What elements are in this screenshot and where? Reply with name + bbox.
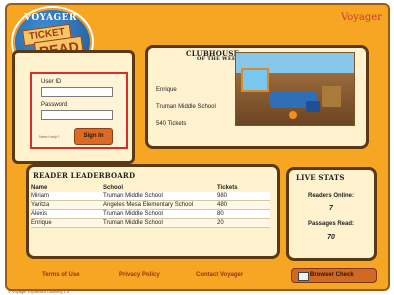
browser-check-button[interactable]: Browser Check	[291, 268, 377, 283]
table-row: Miriam Truman Middle School 980	[31, 192, 273, 201]
contact-voyager-link[interactable]: Contact Voyager	[196, 272, 243, 278]
table-cell-school: Truman Middle School	[103, 210, 217, 219]
help-link[interactable]: Need help?	[39, 134, 59, 139]
room-window	[241, 68, 269, 92]
passages-read-label: Passages Read:	[307, 221, 355, 227]
room-desk	[322, 86, 341, 107]
table-cell-school: Truman Middle School	[103, 192, 217, 201]
browser-check-label: Browser Check	[310, 272, 354, 278]
clubhouse-reader-name: Enrique	[156, 87, 177, 93]
table-cell-name: Miriam	[31, 192, 103, 201]
clubhouse-school-name: Truman Middle School	[156, 104, 216, 110]
clubhouse-ticket-count: 540 Tickets	[156, 121, 187, 127]
leaderboard-header-row: Name School Tickets	[31, 184, 273, 192]
logo-voyager-text: VOYAGER	[24, 13, 78, 23]
password-label: Password	[41, 102, 68, 108]
copyright-text: © Voyager Expanded Learning 1.0	[8, 289, 70, 294]
login-form: User ID Password Need help? Sign In	[30, 72, 128, 149]
table-cell-name: Enrique	[31, 219, 103, 228]
leaderboard-title: READER LEADERBOARD	[33, 171, 136, 180]
room-chair	[306, 101, 320, 112]
app-window: VOYAGER TICKET READ Voyager User ID Pass…	[0, 0, 394, 295]
table-cell-name: Alexis	[31, 210, 103, 219]
clubhouse-subtitle: OF THE WEEK	[197, 56, 241, 62]
room-ball	[289, 111, 297, 119]
readers-online-value: 7	[329, 205, 333, 212]
terms-of-use-link[interactable]: Terms of Use	[42, 272, 80, 278]
clubhouse-room-image	[235, 52, 355, 126]
column-header-name: Name	[31, 185, 48, 191]
user-id-label: User ID	[41, 79, 62, 85]
passages-read-value: 70	[327, 234, 335, 241]
voyager-corner-logo: Voyager	[340, 12, 382, 23]
column-header-school: School	[103, 185, 124, 191]
table-cell-school: Truman Middle School	[103, 219, 217, 228]
table-cell-tickets: 480	[217, 201, 270, 210]
leaderboard-table: Name School Tickets Miriam Truman Middle…	[31, 184, 273, 228]
table-row: Alexis Truman Middle School 80	[31, 210, 273, 219]
table-cell-school: Angeles Mesa Elementary School	[103, 201, 217, 210]
table-cell-tickets: 980	[217, 192, 270, 201]
privacy-policy-link[interactable]: Privacy Policy	[119, 272, 160, 278]
column-header-tickets: Tickets	[217, 185, 238, 191]
table-row: Yaritza Angeles Mesa Elementary School 4…	[31, 201, 273, 210]
user-id-input[interactable]	[41, 87, 113, 97]
table-row: Enrique Truman Middle School 20	[31, 219, 273, 228]
sign-in-button[interactable]: Sign In	[74, 128, 113, 145]
live-stats-title: LIVE STATS	[296, 173, 345, 182]
readers-online-label: Readers Online:	[307, 193, 354, 199]
table-cell-tickets: 80	[217, 210, 270, 219]
browser-icon	[298, 272, 309, 281]
password-input[interactable]	[41, 110, 113, 120]
table-cell-tickets: 20	[217, 219, 270, 228]
table-cell-name: Yaritza	[31, 201, 103, 210]
